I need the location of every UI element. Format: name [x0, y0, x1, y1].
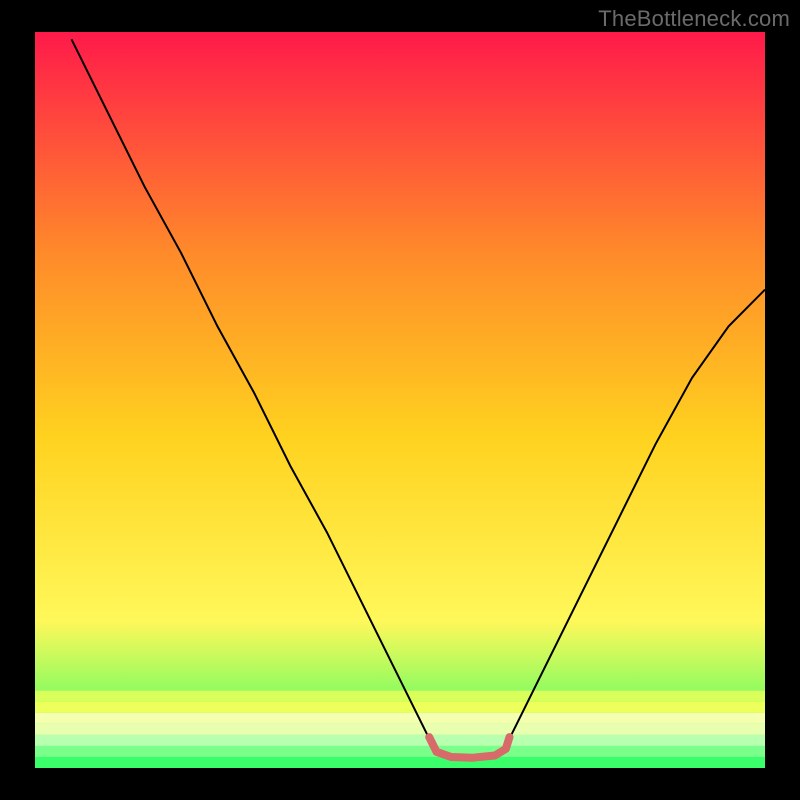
plot-area [35, 32, 765, 768]
band [35, 713, 765, 724]
watermark-text: TheBottleneck.com [598, 6, 790, 32]
band [35, 691, 765, 702]
chart-container: TheBottleneck.com [0, 0, 800, 800]
band [35, 735, 765, 746]
band [35, 757, 765, 768]
band [35, 746, 765, 757]
plot-svg [35, 32, 765, 768]
bottom-bands [35, 691, 765, 768]
band [35, 724, 765, 735]
gradient-background [35, 32, 765, 768]
band [35, 702, 765, 713]
